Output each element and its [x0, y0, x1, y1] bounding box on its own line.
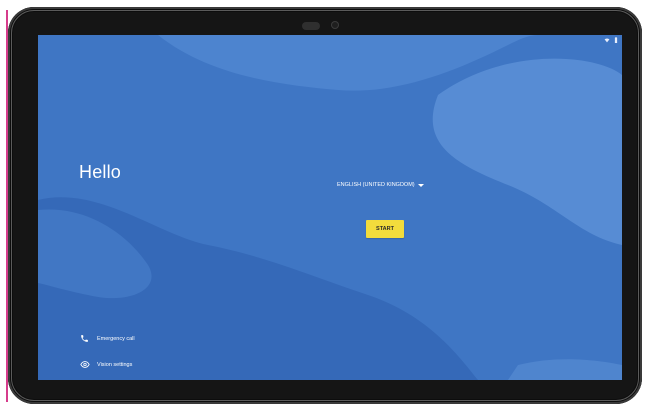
emergency-call-label: Emergency call [97, 335, 135, 342]
status-bar [604, 37, 618, 45]
vision-settings-button[interactable]: Vision settings [80, 360, 132, 369]
start-button[interactable]: START [366, 220, 404, 238]
front-camera-sensor [302, 22, 320, 30]
greeting-title: Hello [79, 162, 122, 182]
emergency-call-button[interactable]: Emergency call [80, 334, 135, 343]
wifi-icon [604, 37, 610, 45]
front-camera [331, 21, 339, 29]
language-selector[interactable]: ENGLISH (UNITED KINGDOM) [337, 182, 424, 188]
eye-icon [80, 360, 90, 369]
vision-settings-label: Vision settings [97, 361, 133, 368]
chevron-down-icon [417, 183, 424, 187]
background-waves [38, 35, 622, 380]
language-label: ENGLISH (UNITED KINGDOM) [337, 182, 415, 188]
setup-screen: Hello ENGLISH (UNITED KINGDOM) START Eme… [38, 35, 622, 380]
phone-icon [80, 334, 89, 343]
battery-icon [614, 37, 618, 45]
